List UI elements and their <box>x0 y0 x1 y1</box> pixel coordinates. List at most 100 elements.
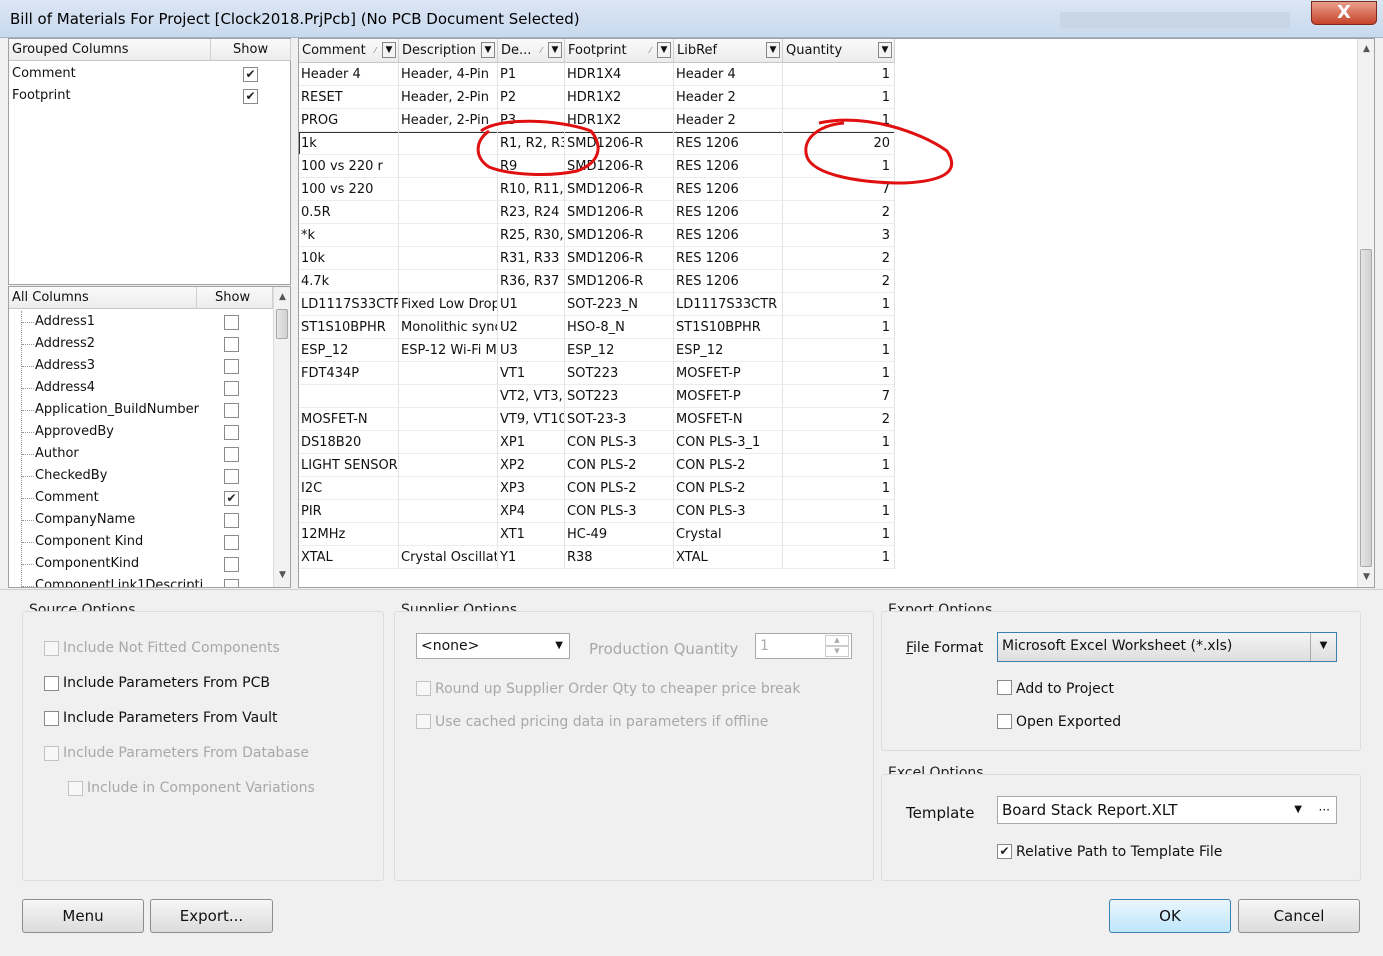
all-column-checkbox[interactable] <box>224 403 239 418</box>
bom-column-header[interactable]: Quantity ▼ <box>783 39 895 63</box>
all-column-row[interactable]: ApprovedBy <box>9 421 269 443</box>
all-show-heading[interactable]: Show <box>197 287 273 309</box>
chevron-down-icon[interactable]: ▼ <box>1294 797 1302 823</box>
all-column-checkbox[interactable] <box>224 381 239 396</box>
supplier-combo[interactable]: <none> ▼ <box>416 633 570 659</box>
filter-dropdown-icon[interactable]: ▼ <box>878 42 892 58</box>
table-row[interactable]: I2C XP3 CON PLS-2 CON PLS-2 1 <box>299 477 895 500</box>
all-column-row[interactable]: CompanyName <box>9 509 269 531</box>
cached-pricing-checkbox[interactable] <box>416 714 431 729</box>
chevron-down-icon[interactable]: ▼ <box>555 634 563 658</box>
all-column-checkbox[interactable] <box>224 337 239 352</box>
bom-column-header[interactable]: Description ▼ <box>399 39 498 63</box>
all-column-checkbox[interactable] <box>224 491 239 506</box>
table-row[interactable]: FDT434P VT1 SOT223 MOSFET-P 1 <box>299 362 895 385</box>
table-row[interactable]: *k R25, R30, SMD1206-R RES 1206 3 <box>299 224 895 247</box>
table-row[interactable]: ST1S10BPHR Monolithic sync U2 HSO-8_N ST1S10… <box>299 316 895 339</box>
all-column-checkbox[interactable] <box>224 535 239 550</box>
bom-scrollbar[interactable]: ▲ ▼ <box>1357 39 1374 587</box>
source-option-checkbox[interactable] <box>44 676 59 691</box>
bom-column-header[interactable]: LibRef ▼ <box>674 39 783 63</box>
add-to-project-checkbox[interactable] <box>997 680 1012 695</box>
cancel-button[interactable]: Cancel <box>1238 899 1360 933</box>
all-column-row[interactable]: CheckedBy <box>9 465 269 487</box>
all-column-row[interactable]: Application_BuildNumber <box>9 399 269 421</box>
menu-button[interactable]: Menu <box>22 899 144 933</box>
grouped-show-heading[interactable]: Show <box>211 39 291 61</box>
table-row[interactable]: LIGHT SENSOR XP2 CON PLS-2 CON PLS-2 1 <box>299 454 895 477</box>
all-column-checkbox[interactable] <box>224 425 239 440</box>
table-row[interactable]: XTAL Crystal Oscillato Y1 R38 XTAL 1 <box>299 546 895 569</box>
table-row[interactable]: 0.5R R23, R24 SMD1206-R RES 1206 2 <box>299 201 895 224</box>
table-row[interactable]: RESET Header, 2-Pin P2 HDR1X2 Header 21 <box>299 86 895 109</box>
grouped-column-checkbox[interactable] <box>243 89 258 104</box>
all-column-checkbox[interactable] <box>224 359 239 374</box>
spinner-down-icon[interactable]: ▼ <box>825 646 849 657</box>
ok-button[interactable]: OK <box>1109 899 1231 933</box>
table-row[interactable]: PIR XP4 CON PLS-3 CON PLS-3 1 <box>299 500 895 523</box>
filter-dropdown-icon[interactable]: ▼ <box>481 42 495 58</box>
all-column-row[interactable]: Component Kind <box>9 531 269 553</box>
all-column-checkbox[interactable] <box>224 513 239 528</box>
chevron-down-icon[interactable]: ▼ <box>1310 633 1336 661</box>
table-row[interactable]: ESP_12 ESP-12 Wi-Fi M U3 ESP_12 ESP_12 1 <box>299 339 895 362</box>
all-column-checkbox[interactable] <box>224 557 239 572</box>
all-column-checkbox[interactable] <box>224 469 239 484</box>
scroll-up-icon[interactable]: ▲ <box>1358 41 1374 57</box>
table-row[interactable]: PROG Header, 2-Pin P3 HDR1X2 Header 21 <box>299 109 895 132</box>
bom-column-header[interactable]: Footprint ⁄ ▼ <box>565 39 674 63</box>
all-column-row[interactable]: Address2 <box>9 333 269 355</box>
all-column-checkbox[interactable] <box>224 315 239 330</box>
all-columns-scrollbar[interactable]: ▲ ▼ <box>273 287 290 587</box>
bom-column-header[interactable]: Comment ⁄ ▼ <box>299 39 399 63</box>
source-option-checkbox[interactable] <box>68 781 83 796</box>
browse-button[interactable]: ··· <box>1319 797 1330 823</box>
all-column-row[interactable]: Address4 <box>9 377 269 399</box>
table-row[interactable]: Header 4 Header, 4-Pin P1 HDR1X4 Header 41 <box>299 63 895 86</box>
all-column-row[interactable]: Author <box>9 443 269 465</box>
bom-column-header[interactable]: De... ⁄ ▼ <box>498 39 565 63</box>
open-exported-checkbox[interactable] <box>997 714 1012 729</box>
grouped-column-row[interactable]: Comment <box>9 63 274 85</box>
source-option-checkbox[interactable] <box>44 711 59 726</box>
all-column-row[interactable]: Comment <box>9 487 269 509</box>
all-column-row[interactable]: Address3 <box>9 355 269 377</box>
table-row[interactable]: 1k R1, R2, R3,SMD1206-RRES 120620 <box>299 132 895 155</box>
source-option-checkbox[interactable] <box>44 641 59 656</box>
all-column-row[interactable]: Address1 <box>9 311 269 333</box>
grouped-column-checkbox[interactable] <box>243 67 258 82</box>
table-row[interactable]: VT2, VT3, SOT223 MOSFET-P 7 <box>299 385 895 408</box>
table-row[interactable]: 12MHz XT1 HC-49 Crystal 1 <box>299 523 895 546</box>
table-row[interactable]: MOSFET-N VT9, VT10 SOT-23-3 MOSFET-N 2 <box>299 408 895 431</box>
all-columns-heading[interactable]: All Columns <box>9 287 197 309</box>
filter-dropdown-icon[interactable]: ▼ <box>382 42 396 58</box>
scroll-thumb[interactable] <box>276 309 288 339</box>
all-column-row[interactable]: ComponentLink1Descripti <box>9 575 269 587</box>
table-row[interactable]: LD1117S33CTR Fixed Low Drop U1 SOT-223_N LD1… <box>299 293 895 316</box>
scroll-down-icon[interactable]: ▼ <box>1358 569 1374 585</box>
table-row[interactable]: 100 vs 220 R10, R11, SMD1206-R RES 1206 7 <box>299 178 895 201</box>
source-option-checkbox[interactable] <box>44 746 59 761</box>
all-column-checkbox[interactable] <box>224 447 239 462</box>
all-column-row[interactable]: ComponentKind <box>9 553 269 575</box>
filter-dropdown-icon[interactable]: ▼ <box>766 42 780 58</box>
scroll-down-icon[interactable]: ▼ <box>274 567 290 583</box>
export-button[interactable]: Export... <box>150 899 273 933</box>
production-quantity-spinner[interactable]: 1 ▲ ▼ <box>755 633 852 659</box>
all-column-checkbox[interactable] <box>224 579 239 587</box>
filter-dropdown-icon[interactable]: ▼ <box>548 42 562 58</box>
grouped-columns-heading[interactable]: Grouped Columns <box>9 39 211 61</box>
relative-path-checkbox[interactable] <box>997 844 1012 859</box>
table-row[interactable]: 10k R31, R33 SMD1206-R RES 1206 2 <box>299 247 895 270</box>
filter-dropdown-icon[interactable]: ▼ <box>657 42 671 58</box>
grouped-column-row[interactable]: Footprint <box>9 85 274 107</box>
round-up-checkbox[interactable] <box>416 681 431 696</box>
template-combo[interactable]: Board Stack Report.XLT ▼ ··· <box>997 796 1337 824</box>
scroll-thumb[interactable] <box>1360 249 1372 567</box>
scroll-up-icon[interactable]: ▲ <box>274 289 290 305</box>
table-row[interactable]: 100 vs 220 r R9 SMD1206-R RES 1206 1 <box>299 155 895 178</box>
spinner-up-icon[interactable]: ▲ <box>825 635 849 646</box>
file-format-combo[interactable]: Microsoft Excel Worksheet (*.xls) ▼ <box>997 632 1337 662</box>
close-button[interactable]: X <box>1311 1 1377 25</box>
table-row[interactable]: DS18B20 XP1 CON PLS-3 CON PLS-3_1 1 <box>299 431 895 454</box>
